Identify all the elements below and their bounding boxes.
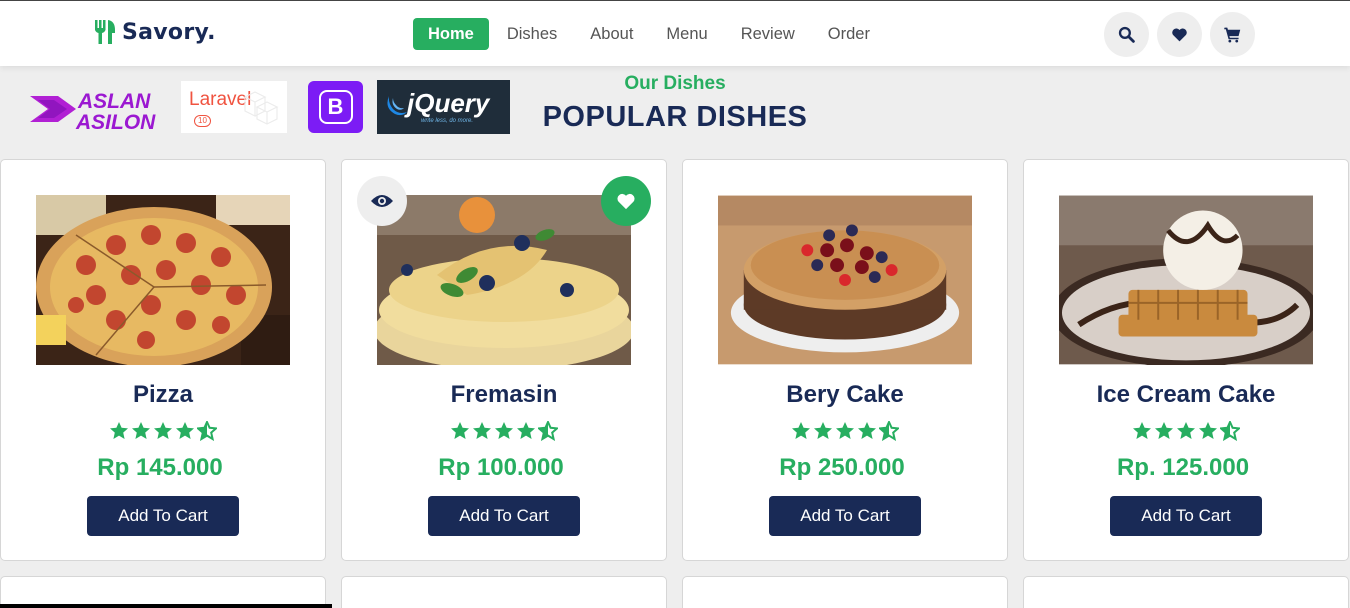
nav-item-order[interactable]: Order [828,18,870,50]
star-icon [132,422,150,439]
star-icon [1177,422,1195,439]
dish-name: Ice Cream Cake [1096,381,1276,408]
search-button[interactable] [1104,12,1149,57]
favorite-button[interactable] [601,176,651,226]
half-star-icon [1220,421,1240,441]
star-icon [451,422,469,439]
dish-card-pizza: Pizza Rp 145.000 Add To Cart [0,159,326,561]
star-icon [1199,422,1217,439]
dish-price: Rp 145.000 [97,454,223,481]
nav-item-dishes[interactable]: Dishes [507,18,557,50]
dish-card-partial [682,576,1008,608]
dish-card-ice-cream-cake: Ice Cream Cake Rp. 125.000 Add To Cart [1023,159,1349,561]
site-header: Savory. Home Dishes About Menu Review Or… [0,0,1350,66]
rating-stars [683,421,1007,441]
main-nav: Home Dishes About Menu Review Order [413,18,903,50]
star-icon [836,422,854,439]
shopping-cart-icon [1224,27,1241,43]
dish-card-fremasin: Fremasin Rp 100.000 Add To Cart [341,159,667,561]
wishlist-button[interactable] [1157,12,1202,57]
add-to-cart-button[interactable]: Add To Cart [428,496,580,536]
rating-stars [1,421,325,441]
star-icon [858,422,876,439]
quick-view-button[interactable] [357,176,407,226]
utensils-icon [95,20,115,44]
star-icon [473,422,491,439]
dish-card-partial [341,576,667,608]
add-to-cart-button[interactable]: Add To Cart [87,496,239,536]
rating-stars [1024,421,1348,441]
cart-button[interactable] [1210,12,1255,57]
star-icon [517,422,535,439]
star-icon [495,422,513,439]
heart-icon [617,193,635,210]
section-heading: POPULAR DISHES [542,101,808,133]
nav-item-review[interactable]: Review [741,18,795,50]
eye-icon [371,195,393,207]
dish-price: Rp. 125.000 [1116,454,1250,481]
dish-name: Bery Cake [786,381,904,408]
star-icon [792,422,810,439]
dish-name: Pizza [132,381,194,408]
dish-price: Rp 250.000 [779,454,905,481]
search-icon [1118,26,1135,43]
rating-stars [342,421,666,441]
dish-image-fremasin [377,195,631,365]
half-star-icon [197,421,217,441]
nav-item-menu[interactable]: Menu [666,18,707,50]
dish-card-bery-cake: Bery Cake Rp 250.000 Add To Cart [682,159,1008,561]
nav-item-home[interactable]: Home [413,18,489,50]
dish-name: Fremasin [450,381,558,408]
add-to-cart-button[interactable]: Add To Cart [769,496,921,536]
star-icon [1155,422,1173,439]
heart-icon [1172,28,1187,42]
star-icon [814,422,832,439]
dish-image-ice-cream-cake [1059,195,1313,365]
star-icon [154,422,172,439]
brand-name: Savory. [122,19,216,45]
half-star-icon [538,421,558,441]
dish-image-pizza [36,195,290,365]
header-icons [1104,12,1255,57]
section-subheading: Our Dishes [624,73,726,94]
half-star-icon [879,421,899,441]
brand-logo[interactable]: Savory. [94,19,216,45]
dish-card-partial [1023,576,1349,608]
add-to-cart-button[interactable]: Add To Cart [1110,496,1262,536]
dish-image-bery-cake [718,195,972,365]
star-icon [176,422,194,439]
nav-item-about[interactable]: About [590,18,633,50]
dish-price: Rp 100.000 [438,454,564,481]
partial-image-edge [0,604,332,608]
star-icon [110,422,128,439]
star-icon [1133,422,1151,439]
